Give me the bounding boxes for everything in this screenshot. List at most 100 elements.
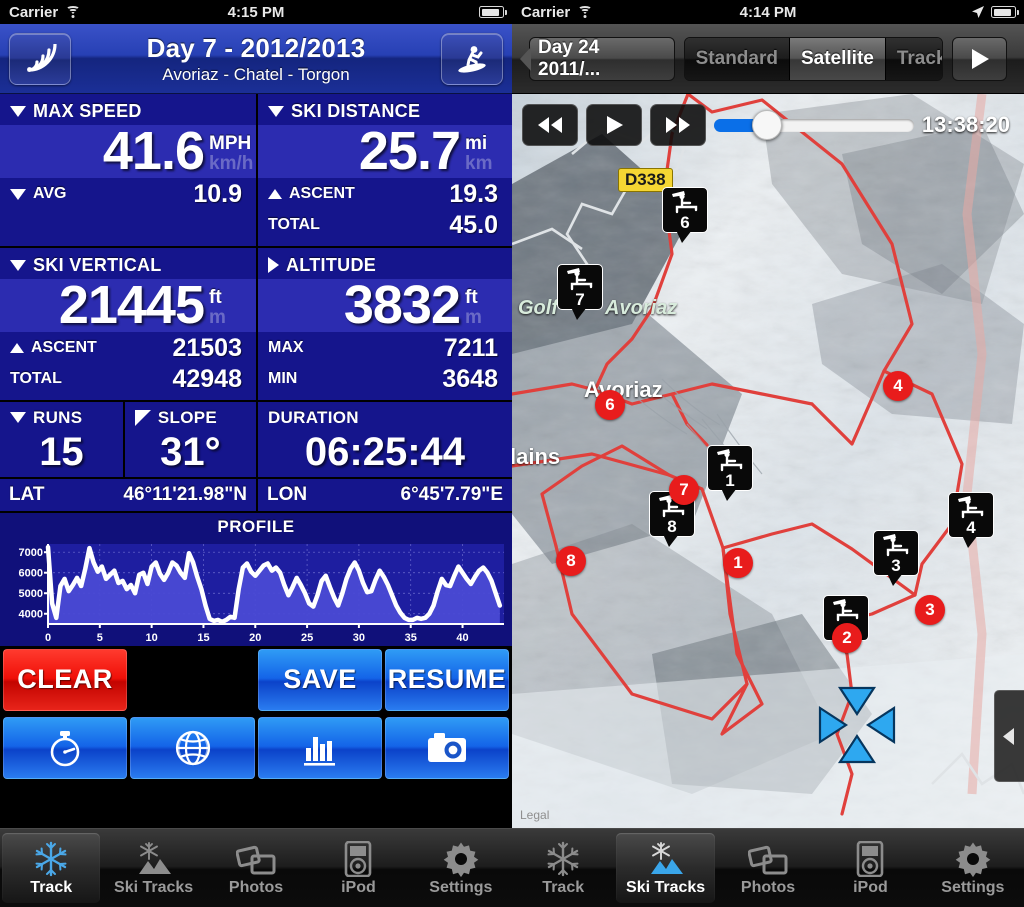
stopwatch-button[interactable] — [3, 717, 127, 779]
resume-button[interactable]: RESUME — [385, 649, 509, 711]
stat-ski-distance[interactable]: SKI DISTANCE 25.7 mi km ASCENT 19.3 — [256, 94, 512, 246]
lift-pin-1[interactable]: 1 — [707, 445, 753, 501]
legal-label[interactable]: Legal — [520, 808, 549, 822]
longitude-cell: LON 6°45'7.79"E — [256, 479, 512, 511]
triangle-right-icon — [268, 257, 279, 273]
elevation-profile-section: PROFILE 40005000600070000510152025303540 — [0, 511, 512, 646]
avg-speed-row: AVG 10.9 — [0, 178, 256, 209]
bar-chart-button[interactable] — [258, 717, 382, 779]
run-marker-4[interactable]: 4 — [883, 371, 913, 401]
snowboarder-button[interactable] — [441, 33, 503, 85]
altitude-min-value: 3648 — [442, 365, 498, 394]
sidebar-item-ski-tracks[interactable]: Ski Tracks — [616, 833, 714, 903]
distance-total-row: TOTAL 45.0 — [258, 209, 512, 240]
sidebar-item-photos[interactable]: Photos — [207, 833, 305, 903]
play-icon — [969, 47, 991, 71]
altitude-max-row: MAX 7211 — [258, 332, 512, 363]
satellite-map[interactable]: 13:38:20 D338 Golf Avoriaz Avoriaz lains… — [512, 94, 1024, 828]
triangle-down-icon — [268, 106, 284, 117]
lift-pin-number: 6 — [680, 214, 689, 231]
chairlift-icon — [670, 190, 700, 215]
sidebar-item-ipod[interactable]: iPod — [309, 833, 407, 903]
runs-header: RUNS — [0, 406, 123, 431]
svg-text:25: 25 — [301, 632, 313, 644]
place-label-lains: lains — [512, 444, 560, 470]
coordinates-row: LAT 46°11'21.98"N LON 6°45'7.79"E — [0, 479, 512, 511]
vertical-total-value: 42948 — [172, 365, 242, 394]
segment-satellite[interactable]: Satellite — [790, 38, 886, 80]
nav-title-block: Day 7 - 2012/2013 Avoriaz - Chatel - Tor… — [71, 33, 441, 85]
lift-pin-7[interactable]: 7 — [557, 264, 603, 320]
sidebar-item-label: iPod — [341, 879, 376, 897]
segment-standard[interactable]: Standard — [685, 38, 790, 80]
stat-duration[interactable]: DURATION 06:25:44 — [256, 402, 512, 477]
run-marker-6[interactable]: 6 — [595, 390, 625, 420]
fast-forward-button[interactable] — [650, 104, 706, 146]
collapse-left-icon — [1002, 727, 1017, 746]
play-button[interactable] — [586, 104, 642, 146]
stat-slope[interactable]: SLOPE 31° — [123, 402, 256, 477]
clear-button[interactable]: CLEAR — [3, 649, 127, 711]
sidebar-item-track[interactable]: Track — [514, 833, 612, 903]
run-marker-1[interactable]: 1 — [723, 548, 753, 578]
playback-slider[interactable] — [714, 104, 914, 146]
sidebar-item-label: Track — [30, 879, 72, 897]
runs-value: 15 — [0, 431, 123, 472]
sidebar-item-settings[interactable]: Settings — [412, 833, 510, 903]
lift-pin-4[interactable]: 4 — [948, 492, 994, 548]
vertical-ascent-value: 21503 — [172, 334, 242, 363]
globe-button[interactable] — [130, 717, 255, 779]
sidebar-item-label: Settings — [429, 879, 492, 897]
lift-pin-3[interactable]: 3 — [873, 530, 919, 586]
svg-text:40: 40 — [456, 632, 468, 644]
globe-icon — [173, 728, 213, 768]
stopwatch-icon — [46, 728, 84, 768]
svg-text:6000: 6000 — [19, 568, 43, 580]
sidebar-item-settings[interactable]: Settings — [924, 833, 1022, 903]
ipod-icon — [344, 839, 372, 877]
toolbar-play-button[interactable] — [952, 37, 1007, 81]
stats-row-3: RUNS 15 SLOPE 31° DURATION 06:25:44 — [0, 402, 512, 479]
save-button[interactable]: SAVE — [258, 649, 382, 711]
sidebar-item-ski-tracks[interactable]: Ski Tracks — [104, 833, 202, 903]
signal-waves-button[interactable] — [9, 33, 71, 85]
side-panel-toggle[interactable] — [994, 690, 1024, 782]
distance-ascent-row: ASCENT 19.3 — [258, 178, 512, 209]
slope-label: SLOPE — [158, 408, 217, 428]
sidebar-item-ipod[interactable]: iPod — [821, 833, 919, 903]
lift-pin-6[interactable]: 6 — [662, 187, 708, 243]
run-marker-3[interactable]: 3 — [915, 595, 945, 625]
stat-runs[interactable]: RUNS 15 — [0, 402, 123, 477]
stat-ski-vertical[interactable]: SKI VERTICAL 21445 ft m ASCENT 21503 — [0, 248, 256, 400]
gear-icon — [955, 839, 991, 877]
segment-track[interactable]: Track — [886, 38, 943, 80]
ski-vertical-label: SKI VERTICAL — [33, 255, 162, 276]
max-speed-value: 41.6 — [0, 125, 204, 178]
avg-speed-value: 10.9 — [193, 180, 242, 209]
profile-title: PROFILE — [0, 515, 512, 538]
chairlift-icon — [831, 598, 861, 623]
triangle-up-icon — [10, 343, 24, 353]
sidebar-item-track[interactable]: Track — [2, 833, 100, 903]
stat-max-speed[interactable]: MAX SPEED 41.6 MPH km/h AVG 10.9 — [0, 94, 256, 246]
run-marker-8[interactable]: 8 — [556, 546, 586, 576]
run-marker-7[interactable]: 7 — [669, 475, 699, 505]
stat-altitude[interactable]: ALTITUDE 3832 ft m MAX 7211 MIN 3648 — [256, 248, 512, 400]
rewind-button[interactable] — [522, 104, 578, 146]
playback-bar: 13:38:20 — [512, 94, 1024, 156]
stats-row-2: SKI VERTICAL 21445 ft m ASCENT 21503 — [0, 248, 512, 402]
sidebar-item-photos[interactable]: Photos — [719, 833, 817, 903]
action-button-row-2 — [0, 714, 512, 782]
camera-button[interactable] — [385, 717, 509, 779]
profile-chart[interactable]: 40005000600070000510152025303540 — [0, 538, 512, 646]
run-marker-2[interactable]: 2 — [832, 623, 862, 653]
slider-knob[interactable] — [752, 110, 782, 140]
lift-pin-number: 8 — [667, 518, 676, 535]
distance-total-value: 45.0 — [449, 211, 498, 240]
triangle-down-icon — [10, 412, 26, 423]
back-button[interactable]: Day 24 2011/... — [529, 37, 675, 81]
avg-speed-label-wrap: AVG — [10, 185, 66, 203]
slope-header: SLOPE — [125, 406, 256, 431]
left-nav-bar: Day 7 - 2012/2013 Avoriaz - Chatel - Tor… — [0, 24, 512, 94]
pin-tail — [571, 307, 587, 320]
